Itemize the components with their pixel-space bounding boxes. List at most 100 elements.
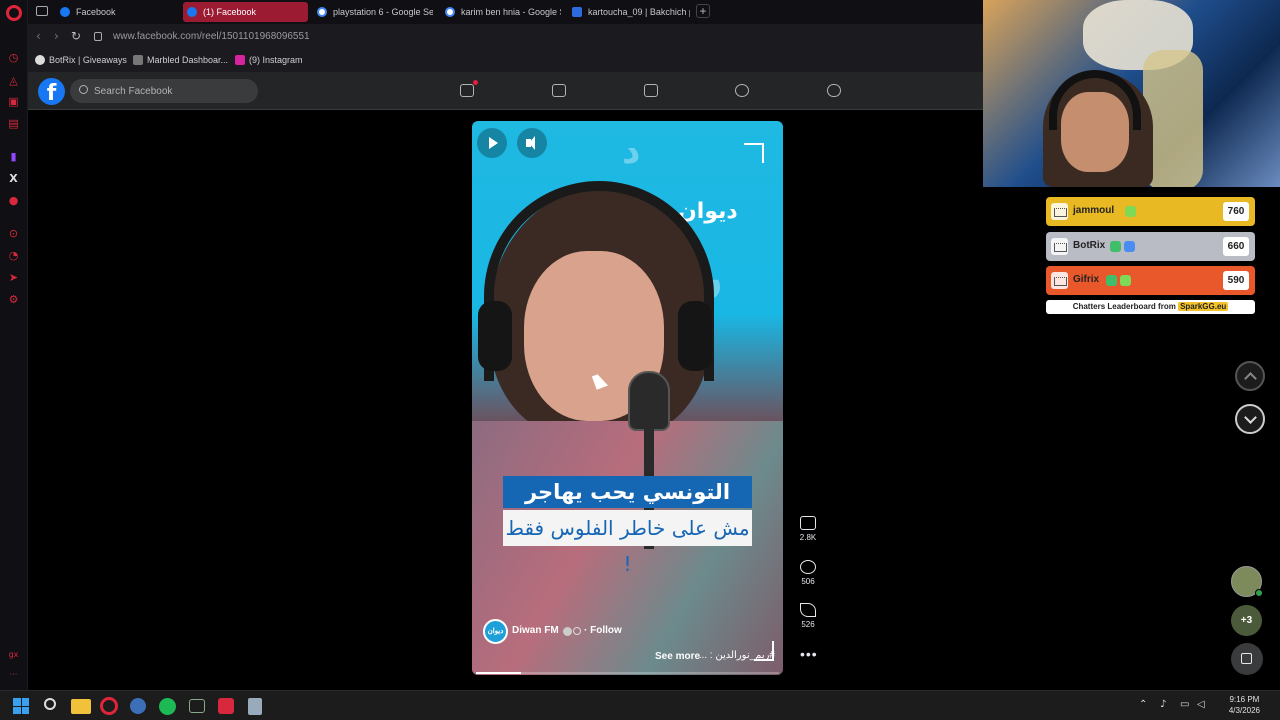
- aria-icon[interactable]: ◬: [7, 74, 20, 87]
- nav-groups[interactable]: [733, 82, 751, 100]
- leaderboard-name: jammoul: [1073, 205, 1115, 216]
- progress-bar[interactable]: [476, 672, 779, 674]
- calculator-icon[interactable]: [248, 698, 262, 715]
- description-text: #ريم_نورالدين : ...: [698, 650, 775, 661]
- bookmarks-icon[interactable]: ▤: [7, 117, 20, 130]
- volume-tray-icon[interactable]: ◁: [1197, 699, 1205, 710]
- leaderboard-name: Gifrix: [1073, 274, 1100, 285]
- windows-start-icon[interactable]: [13, 698, 29, 714]
- lock-icon: [94, 32, 102, 41]
- bookmark-botrix[interactable]: BotRix | Giveaways: [35, 55, 127, 65]
- facebook-search[interactable]: [70, 79, 258, 103]
- share-button[interactable]: 526: [796, 603, 820, 629]
- tray-overflow-icon[interactable]: ⌃: [1139, 699, 1147, 710]
- gx-icon[interactable]: gx: [7, 648, 20, 661]
- streamer-headphones: [1049, 70, 1141, 130]
- send-icon[interactable]: ➤: [7, 271, 20, 284]
- opera-gx-icon[interactable]: [100, 697, 118, 715]
- opera-logo-icon[interactable]: [6, 5, 22, 21]
- notification-dot: [473, 80, 478, 85]
- app-red-icon[interactable]: [218, 698, 234, 714]
- taskbar-search-icon[interactable]: [42, 696, 62, 716]
- leaderboard-row: Gifrix 590: [1046, 266, 1255, 295]
- author-name[interactable]: Diwan FM: [512, 625, 559, 636]
- kick-icon: [572, 7, 582, 17]
- forward-icon[interactable]: ›: [54, 29, 59, 43]
- reel-video[interactable]: ﺩ ﻥ ديوان التونسي يحب يهاجر مش على خاطر …: [472, 121, 783, 675]
- xbox-app-icon[interactable]: [189, 699, 205, 713]
- tab-switcher-icon[interactable]: [36, 6, 48, 16]
- new-tab-button[interactable]: +: [696, 4, 710, 18]
- nav-video[interactable]: [550, 82, 568, 100]
- webcam-overlay: [983, 0, 1280, 187]
- tab-google-karim[interactable]: karim ben hnia - Google S: [441, 2, 561, 22]
- gaming-icon: [827, 84, 841, 97]
- facebook-logo-icon[interactable]: f: [38, 78, 65, 105]
- url-field[interactable]: www.facebook.com/reel/1501101968096551: [113, 31, 310, 42]
- clock[interactable]: 9:16 PM 4/3/2026: [1229, 694, 1260, 716]
- tab-google-playstation[interactable]: playstation 6 - Google Se: [313, 2, 433, 22]
- google-icon: [445, 7, 455, 17]
- music-icon[interactable]: ●: [7, 194, 20, 207]
- like-button[interactable]: 2.8K: [796, 516, 820, 542]
- back-icon[interactable]: ‹: [36, 29, 41, 43]
- verified-icon: [563, 627, 572, 636]
- caption-line-2: مش على خاطر الفلوس فقط !: [503, 510, 752, 576]
- twitch-icon[interactable]: ▮: [7, 150, 20, 163]
- reload-icon[interactable]: ↻: [71, 29, 81, 43]
- new-message-button[interactable]: [1231, 643, 1263, 675]
- file-explorer-icon[interactable]: [71, 699, 91, 714]
- more-icon[interactable]: ···: [7, 668, 20, 681]
- crown-icon: [1051, 203, 1068, 220]
- dashboard-icon: [133, 55, 143, 65]
- headphone-earcup: [478, 301, 512, 371]
- app-icon[interactable]: [130, 698, 146, 714]
- search-input[interactable]: [94, 83, 249, 99]
- tab-facebook[interactable]: Facebook: [56, 2, 176, 22]
- follow-button[interactable]: · Follow: [584, 625, 622, 636]
- history-icon[interactable]: ⊙: [7, 227, 20, 240]
- comment-icon: [800, 560, 816, 574]
- nav-marketplace[interactable]: [642, 82, 660, 100]
- sparkgg-brand: SparkGG.eu: [1178, 302, 1229, 311]
- more-contacts-button[interactable]: +3: [1231, 605, 1262, 636]
- chevron-down-icon: [1244, 411, 1257, 424]
- home-icon: [460, 84, 474, 97]
- leaderboard-row: jammoul 760: [1046, 197, 1255, 226]
- mute-button[interactable]: [517, 128, 547, 158]
- globe-icon: [573, 627, 581, 635]
- tab-facebook-active[interactable]: (1) Facebook: [183, 2, 308, 22]
- facebook-icon: [187, 7, 197, 17]
- instagram-icon: [235, 55, 245, 65]
- bookmarks-bar: BotRix | Giveaways Marbled Dashboar... (…: [28, 50, 983, 72]
- microphone-icon[interactable]: ♪: [1160, 699, 1166, 710]
- leaderboard-footer-text: Chatters Leaderboard from: [1072, 302, 1176, 311]
- nav-gaming[interactable]: [825, 82, 843, 100]
- see-more-link[interactable]: See more: [655, 651, 700, 662]
- comment-button[interactable]: 506: [796, 560, 820, 586]
- speed-dial-icon[interactable]: ◷: [7, 51, 20, 64]
- play-icon: [489, 137, 498, 149]
- display-icon[interactable]: ▭: [1180, 699, 1189, 710]
- badge-icon: [1125, 206, 1136, 217]
- comment-count: 506: [801, 577, 815, 586]
- compose-icon: [1241, 653, 1252, 664]
- share-icon: [800, 603, 816, 617]
- nav-home[interactable]: [458, 80, 478, 100]
- bookmark-marbled-dashboard[interactable]: Marbled Dashboar...: [133, 55, 228, 65]
- clock-date: 4/3/2026: [1228, 706, 1260, 715]
- tab-kartoucha[interactable]: kartoucha_09 | Bakchich p: [568, 2, 690, 22]
- messenger-icon[interactable]: ▣: [7, 95, 20, 108]
- previous-reel-button[interactable]: [1235, 361, 1265, 391]
- play-button[interactable]: [477, 128, 507, 158]
- x-twitter-icon[interactable]: X: [7, 172, 20, 185]
- settings-icon[interactable]: ⚙: [7, 293, 20, 306]
- author-avatar[interactable]: ديوان: [483, 619, 508, 644]
- badge-icon: [1110, 241, 1121, 252]
- bookmark-instagram[interactable]: (9) Instagram: [235, 55, 303, 65]
- next-reel-button[interactable]: [1235, 404, 1265, 434]
- clock-icon[interactable]: ◔: [7, 249, 20, 262]
- groups-icon: [735, 84, 749, 97]
- spotify-icon[interactable]: [159, 698, 176, 715]
- more-options-icon[interactable]: •••: [800, 646, 818, 662]
